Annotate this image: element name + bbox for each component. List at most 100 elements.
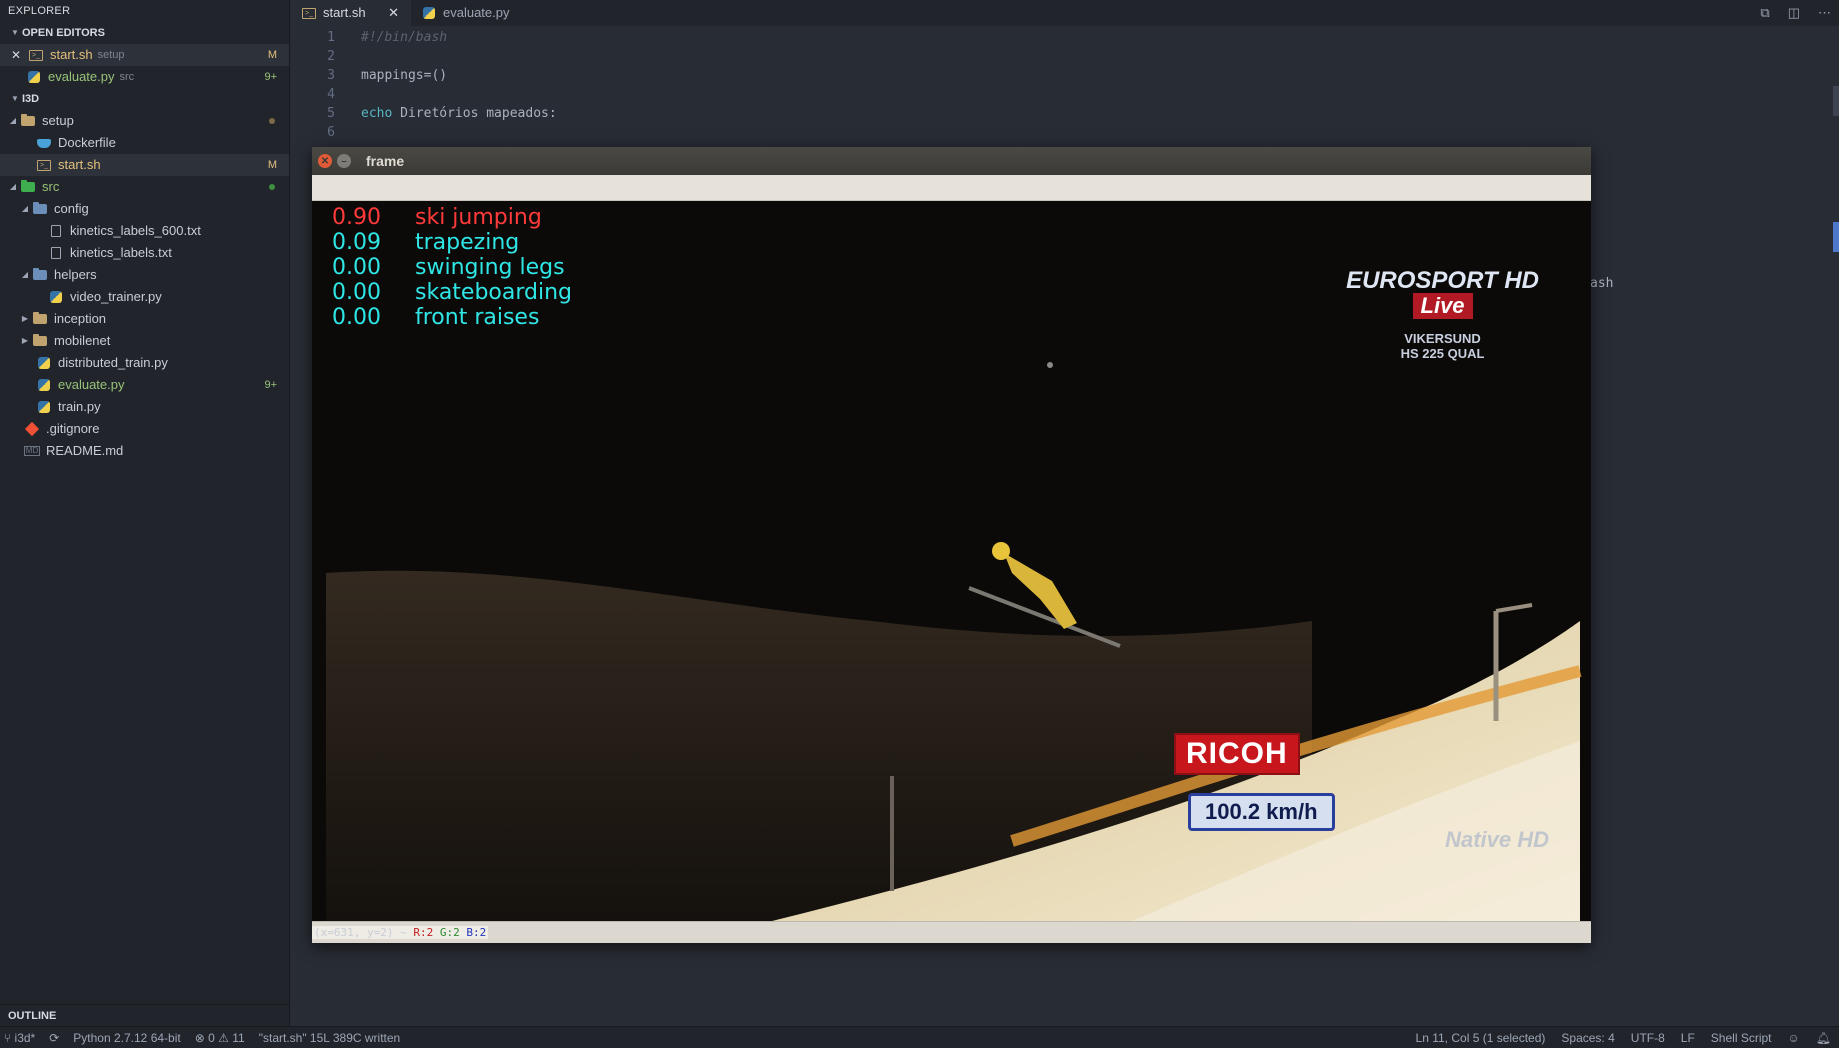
prediction-row: 0.00 skateboarding (332, 280, 573, 305)
tree-folder-inception[interactable]: ▶ inception (0, 308, 289, 330)
python-file-icon (48, 290, 64, 304)
tree-label: kinetics_labels.txt (70, 245, 172, 260)
open-editor-start-sh[interactable]: ✕ >_ start.sh setup M (0, 44, 289, 66)
outline-header[interactable]: OUTLINE (0, 1004, 290, 1026)
prediction-row: 0.00 front raises (332, 305, 540, 330)
frame-statusbar: (x=631, y=2) ~ R:2 G:2 B:2 (312, 921, 1591, 943)
end-of-line[interactable]: LF (1681, 1031, 1695, 1045)
tree-label: start.sh (58, 157, 101, 172)
prediction-row: 0.90 ski jumping (332, 205, 542, 230)
tree-file-readme[interactable]: MD README.md (0, 440, 289, 462)
project-header[interactable]: ▼ I3D (0, 88, 289, 110)
chevron-down-icon: ▼ (11, 94, 19, 103)
language-mode[interactable]: Shell Script (1711, 1031, 1772, 1045)
close-window-button[interactable]: ✕ (318, 154, 332, 168)
feedback-icon[interactable]: ☺ (1788, 1031, 1800, 1045)
tree-file-gitignore[interactable]: .gitignore (0, 418, 289, 440)
problems-summary[interactable]: ⊗ 0 ⚠ 11 (195, 1031, 245, 1045)
modified-dot (269, 118, 275, 124)
open-editor-label: evaluate.py (48, 69, 115, 84)
markdown-icon: MD (23, 446, 41, 456)
tree-folder-helpers[interactable]: ◢ helpers (0, 264, 289, 286)
minimize-window-button[interactable]: – (337, 154, 351, 168)
editor-actions: ⧉ ◫ ⋯ (1760, 0, 1831, 26)
scrollbar-marker[interactable] (1833, 86, 1839, 116)
tree-label: README.md (46, 443, 124, 458)
shell-file-icon: >_ (301, 6, 317, 20)
frame-titlebar[interactable]: ✕ – frame (312, 147, 1591, 175)
open-editor-evaluate-py[interactable]: evaluate.py src 9+ (0, 66, 289, 88)
tree-file-video-trainer[interactable]: video_trainer.py (0, 286, 289, 308)
encoding[interactable]: UTF-8 (1631, 1031, 1665, 1045)
code-line: 3 mappings=() (327, 68, 448, 83)
tree-label: .gitignore (46, 421, 100, 436)
tree-folder-setup[interactable]: ◢ setup (0, 110, 289, 132)
tree-file-kinetics-600[interactable]: kinetics_labels_600.txt (0, 220, 289, 242)
git-branch-icon: ⑂ (4, 1030, 12, 1045)
code-line: 1 #!/bin/bash (327, 30, 448, 45)
close-tab-icon[interactable]: ✕ (388, 0, 399, 26)
editor-tabs: >_ start.sh ✕ evaluate.py ⧉ ◫ ⋯ (291, 0, 1839, 26)
notifications-icon[interactable]: 🔔︎ (1816, 1031, 1831, 1045)
tab-label: evaluate.py (443, 5, 510, 20)
folder-config-icon (32, 202, 48, 216)
explorer-sidebar: EXPLORER ▼ OPEN EDITORS ✕ >_ start.sh set… (0, 0, 290, 1026)
watermark: Native HD (1445, 827, 1549, 852)
warning-icon: ⚠ (218, 1030, 229, 1045)
code-line: 2 (327, 49, 335, 64)
tree-file-dockerfile[interactable]: Dockerfile (0, 132, 289, 154)
chevron-right-icon: ▶ (21, 336, 29, 345)
indentation[interactable]: Spaces: 4 (1561, 1031, 1614, 1045)
partially-hidden-code: ash (1590, 276, 1614, 291)
tree-file-train[interactable]: train.py (0, 396, 289, 418)
code-line: 6 (327, 125, 335, 140)
problems-badge: 9+ (264, 71, 277, 83)
sync-icon[interactable]: ⟳ (49, 1031, 59, 1045)
tree-folder-config[interactable]: ◢ config (0, 198, 289, 220)
close-icon[interactable]: ✕ (8, 48, 24, 62)
tree-label: evaluate.py (58, 377, 125, 392)
open-editors-header[interactable]: ▼ OPEN EDITORS (0, 22, 289, 44)
vscode-window: EXPLORER ▼ OPEN EDITORS ✕ >_ start.sh set… (0, 0, 1839, 1048)
tree-label: video_trainer.py (70, 289, 162, 304)
frame-title: frame (366, 153, 405, 169)
more-actions-icon[interactable]: ⋯ (1818, 5, 1831, 21)
open-editor-label: start.sh (50, 47, 93, 62)
tree-label: kinetics_labels_600.txt (70, 223, 201, 238)
tree-file-start-sh[interactable]: >_ start.sh M (0, 154, 289, 176)
branch-item[interactable]: ⑂ i3d* (4, 1031, 35, 1045)
tree-file-evaluate[interactable]: evaluate.py 9+ (0, 374, 289, 396)
tree-folder-src[interactable]: ◢ src (0, 176, 289, 198)
python-file-icon (36, 400, 52, 414)
tab-label: start.sh (323, 5, 366, 20)
tree-folder-mobilenet[interactable]: ▶ mobilenet (0, 330, 289, 352)
status-message: "start.sh" 15L 389C written (258, 1030, 401, 1045)
status-bar: ⑂ i3d* ⟳ Python 2.7.12 64-bit ⊗ 0 ⚠ 11 "… (0, 1026, 1839, 1048)
shell-file-icon: >_ (36, 158, 52, 172)
problems-badge: 9+ (264, 379, 277, 391)
python-interpreter[interactable]: Python 2.7.12 64-bit (73, 1031, 180, 1045)
tree-file-distributed-train[interactable]: distributed_train.py (0, 352, 289, 374)
tree-file-kinetics[interactable]: kinetics_labels.txt (0, 242, 289, 264)
explorer-title: EXPLORER (8, 5, 71, 17)
frame-window[interactable]: ✕ – frame 0.90 ski jumping 0.09 trapezin… (312, 147, 1591, 943)
modified-dot (269, 184, 275, 190)
prediction-row: 0.09 trapezing (332, 230, 520, 255)
tree-label: config (54, 201, 89, 216)
compare-icon[interactable]: ⧉ (1760, 5, 1769, 21)
tab-evaluate-py[interactable]: evaluate.py (411, 0, 522, 26)
sponsor-banner: RICOH (1174, 733, 1300, 775)
split-editor-icon[interactable]: ◫ (1788, 5, 1800, 21)
tab-start-sh[interactable]: >_ start.sh ✕ (291, 0, 411, 26)
video-frame[interactable]: 0.90 ski jumping 0.09 trapezing 0.00 swingi… (312, 201, 1591, 921)
event-caption: VIKERSUND HS 225 QUAL (1400, 331, 1485, 361)
open-editor-hint: src (119, 71, 135, 83)
chevron-down-icon: ◢ (21, 204, 29, 213)
git-icon (24, 421, 40, 437)
cursor-position[interactable]: Ln 11, Col 5 (1 selected) (1416, 1031, 1546, 1045)
folder-open-icon (20, 114, 36, 128)
python-file-icon (26, 70, 42, 84)
scrollbar-marker[interactable] (1833, 222, 1839, 252)
tree-label: Dockerfile (58, 135, 116, 150)
chevron-right-icon: ▶ (21, 314, 29, 323)
